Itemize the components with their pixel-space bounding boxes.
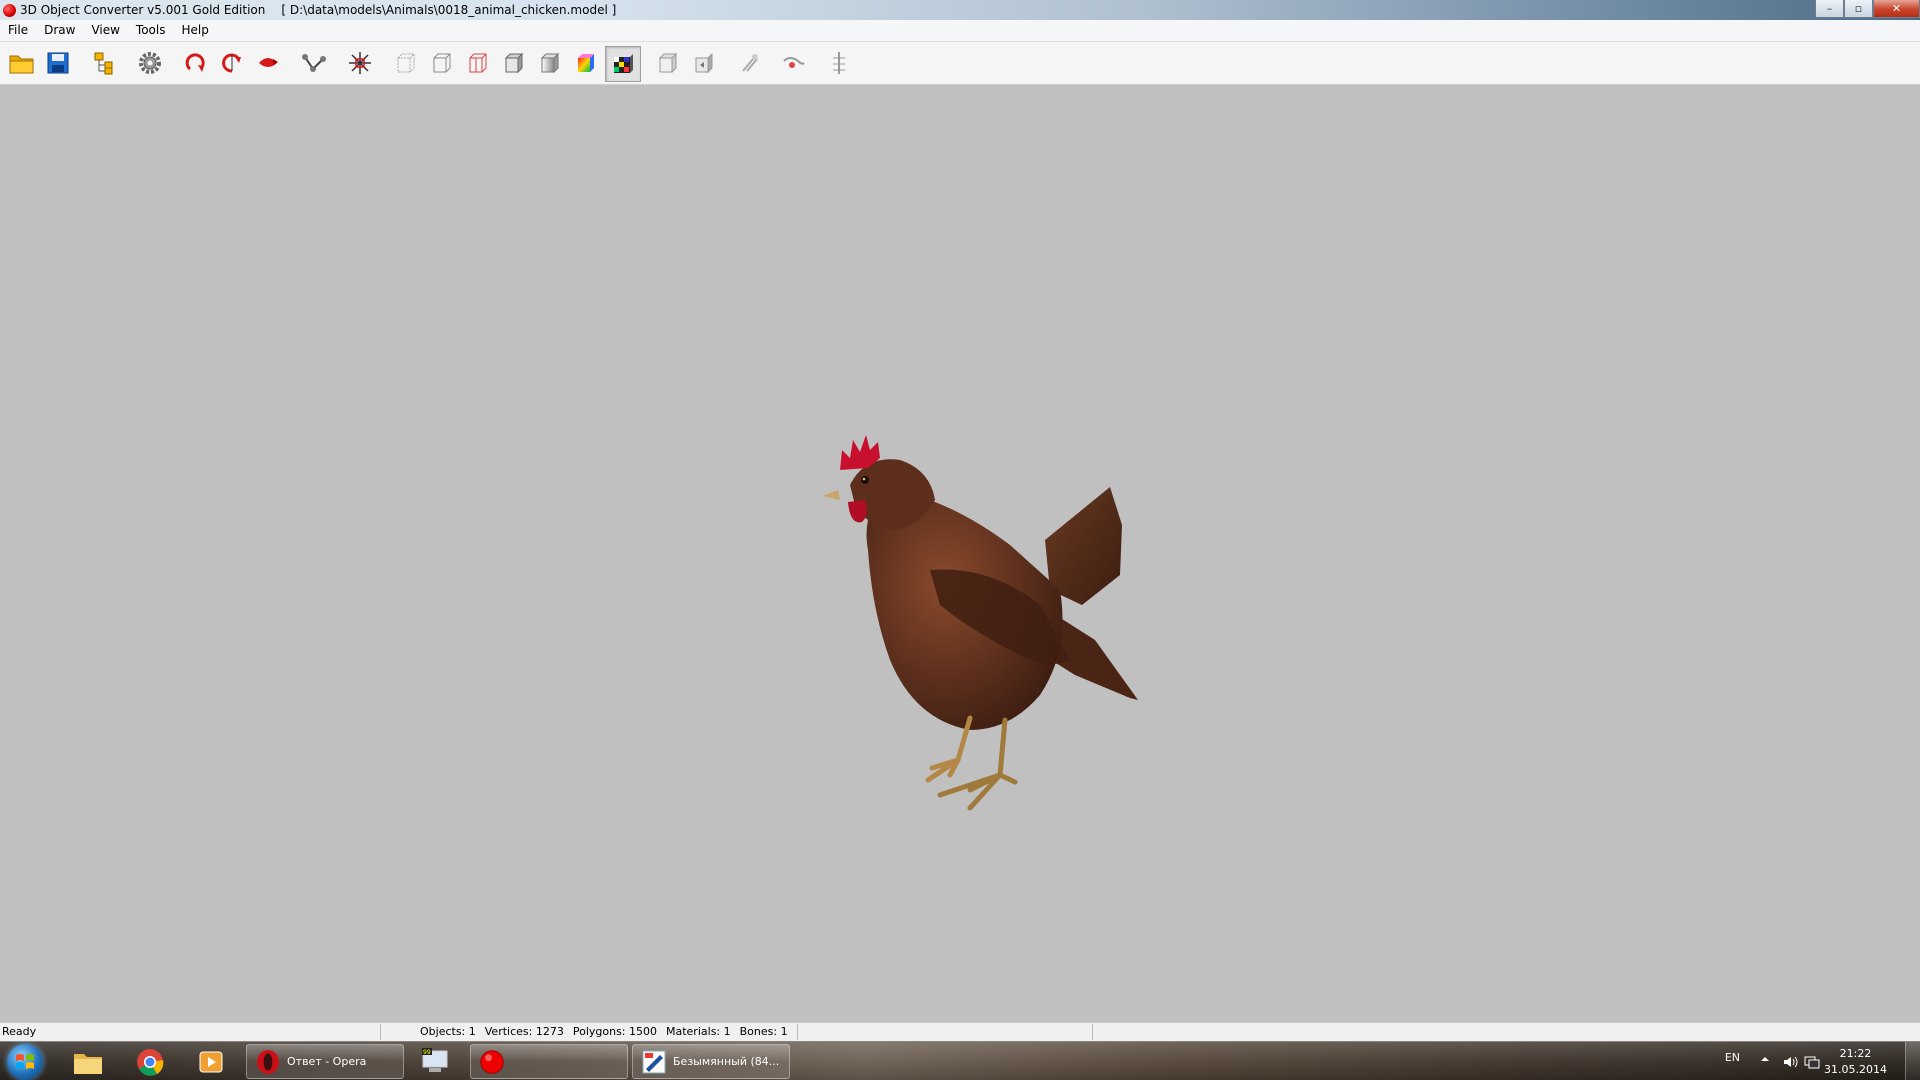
chicken-model [822,435,1138,811]
object-tree-icon [94,52,113,75]
smooth-shading-icon [540,52,560,74]
rotate-z-icon [259,58,278,67]
task-paint-label: Безымянный (84... [673,1055,780,1068]
status-ready: Ready [0,1024,381,1040]
open-folder-icon [9,55,34,74]
media-player-icon [199,1051,223,1073]
clock-date: 31.05.2014 [1824,1063,1887,1076]
maximize-button[interactable]: ▫ [1844,0,1873,18]
volume-icon[interactable] [1782,1054,1798,1073]
close-button[interactable]: ✕ [1873,0,1920,18]
chrome-icon [137,1049,164,1076]
toolbar [0,42,1920,85]
rotate-x-button[interactable] [180,47,212,79]
pinned-computer[interactable]: 99 [413,1046,457,1078]
task-opera-label: Ответ - Opera [287,1055,367,1068]
start-button[interactable] [7,1044,43,1080]
show-hidden-icons-icon[interactable] [1760,1054,1770,1067]
skeleton-icon [833,52,845,74]
status-objects: Objects: 1 [420,1025,476,1038]
show-desktop-button[interactable] [1905,1042,1920,1080]
settings-button[interactable] [134,47,166,79]
clock-time: 21:22 [1839,1047,1872,1060]
settings-gear-icon [139,52,161,74]
computer-icon: 99 [422,1048,448,1072]
menu-bar: File Draw View Tools Help [0,20,1920,42]
wireframe-icon [397,53,415,73]
rotate-x-icon [185,53,205,72]
light-icon [742,54,758,72]
folder-icon [74,1054,102,1074]
status-bones: Bones: 1 [739,1025,788,1038]
task-paint[interactable]: Безымянный (84... [632,1044,790,1079]
rotate-y-button[interactable] [216,47,248,79]
menu-draw[interactable]: Draw [36,20,83,41]
camera-button[interactable] [778,47,810,79]
task-opera[interactable]: Ответ - Opera [246,1044,404,1079]
language-indicator[interactable]: EN [1725,1051,1740,1064]
pinned-chrome[interactable] [128,1046,172,1078]
bones-button[interactable] [298,47,330,79]
window-controls: – ▫ ✕ [1815,0,1920,18]
menu-view[interactable]: View [83,20,127,41]
minimize-button[interactable]: – [1815,0,1844,18]
smooth-shading-button[interactable] [534,47,566,79]
rotate-y-icon [222,53,241,73]
status-vertices: Vertices: 1273 [484,1025,564,1038]
backface-icon [695,52,713,74]
skeleton-button[interactable] [823,47,855,79]
flat-shading-button[interactable] [498,47,530,79]
paint-icon [641,1049,667,1075]
status-pane-4 [1094,1024,1918,1040]
backface-button[interactable] [688,47,720,79]
window-file-path: [ D:\data\models\Animals\0018_animal_chi… [281,3,617,17]
pinned-media-player[interactable] [189,1046,233,1078]
clock[interactable]: 21:22 31.05.2014 [1824,1046,1887,1078]
3d-viewport[interactable] [0,85,1920,1022]
converter-app-icon [479,1049,505,1075]
status-stats: Objects: 1 Vertices: 1273 Polygons: 1500 Ma… [382,1024,798,1040]
save-disk-icon [47,52,69,74]
scale-icon [349,52,371,74]
wireframe-red-icon [469,53,487,73]
normals-button[interactable] [652,47,684,79]
pinned-explorer[interactable] [66,1046,110,1078]
system-tray: EN 21:22 31.05.2014 [1600,1042,1920,1080]
status-polygons: Polygons: 1500 [572,1025,657,1038]
texture-checker-icon [614,54,633,73]
wireframe-box-button[interactable] [426,47,458,79]
window-title: 3D Object Converter v5.001 Gold Edition [20,3,266,17]
app-icon[interactable] [3,3,16,17]
scale-button[interactable] [344,47,376,79]
windows-logo-icon [16,1054,34,1069]
object-tree-button[interactable] [88,47,120,79]
network-icon[interactable] [1804,1054,1820,1073]
rotate-z-button[interactable] [252,47,284,79]
status-bar: Ready Objects: 1 Vertices: 1273 Polygons: … [0,1022,1920,1042]
camera-icon [783,57,805,68]
open-button[interactable] [6,47,38,79]
light-button[interactable] [733,47,765,79]
svg-text:99: 99 [423,1049,431,1056]
status-pane-3 [802,1024,1093,1040]
save-button[interactable] [42,47,74,79]
desktop: 3D Object Converter v5.001 Gold Edition … [0,0,1920,1080]
color-shading-button[interactable] [570,47,602,79]
taskbar: Ответ - Opera 99 Безымянный (84... EN 21… [0,1041,1920,1080]
wireframe-button[interactable] [390,47,422,79]
bones-icon [302,54,326,72]
normals-icon [658,52,678,74]
menu-file[interactable]: File [0,20,36,41]
wireframe-box-icon [433,53,451,73]
title-bar[interactable]: 3D Object Converter v5.001 Gold Edition … [0,0,1920,20]
menu-tools[interactable]: Tools [128,20,174,41]
status-materials: Materials: 1 [666,1025,731,1038]
flat-shading-icon [504,52,524,74]
color-shading-icon [578,54,594,72]
texture-button[interactable] [605,46,641,82]
menu-help[interactable]: Help [173,20,216,41]
opera-icon [255,1049,281,1075]
wireframe-red-button[interactable] [462,47,494,79]
task-converter[interactable] [470,1044,628,1079]
